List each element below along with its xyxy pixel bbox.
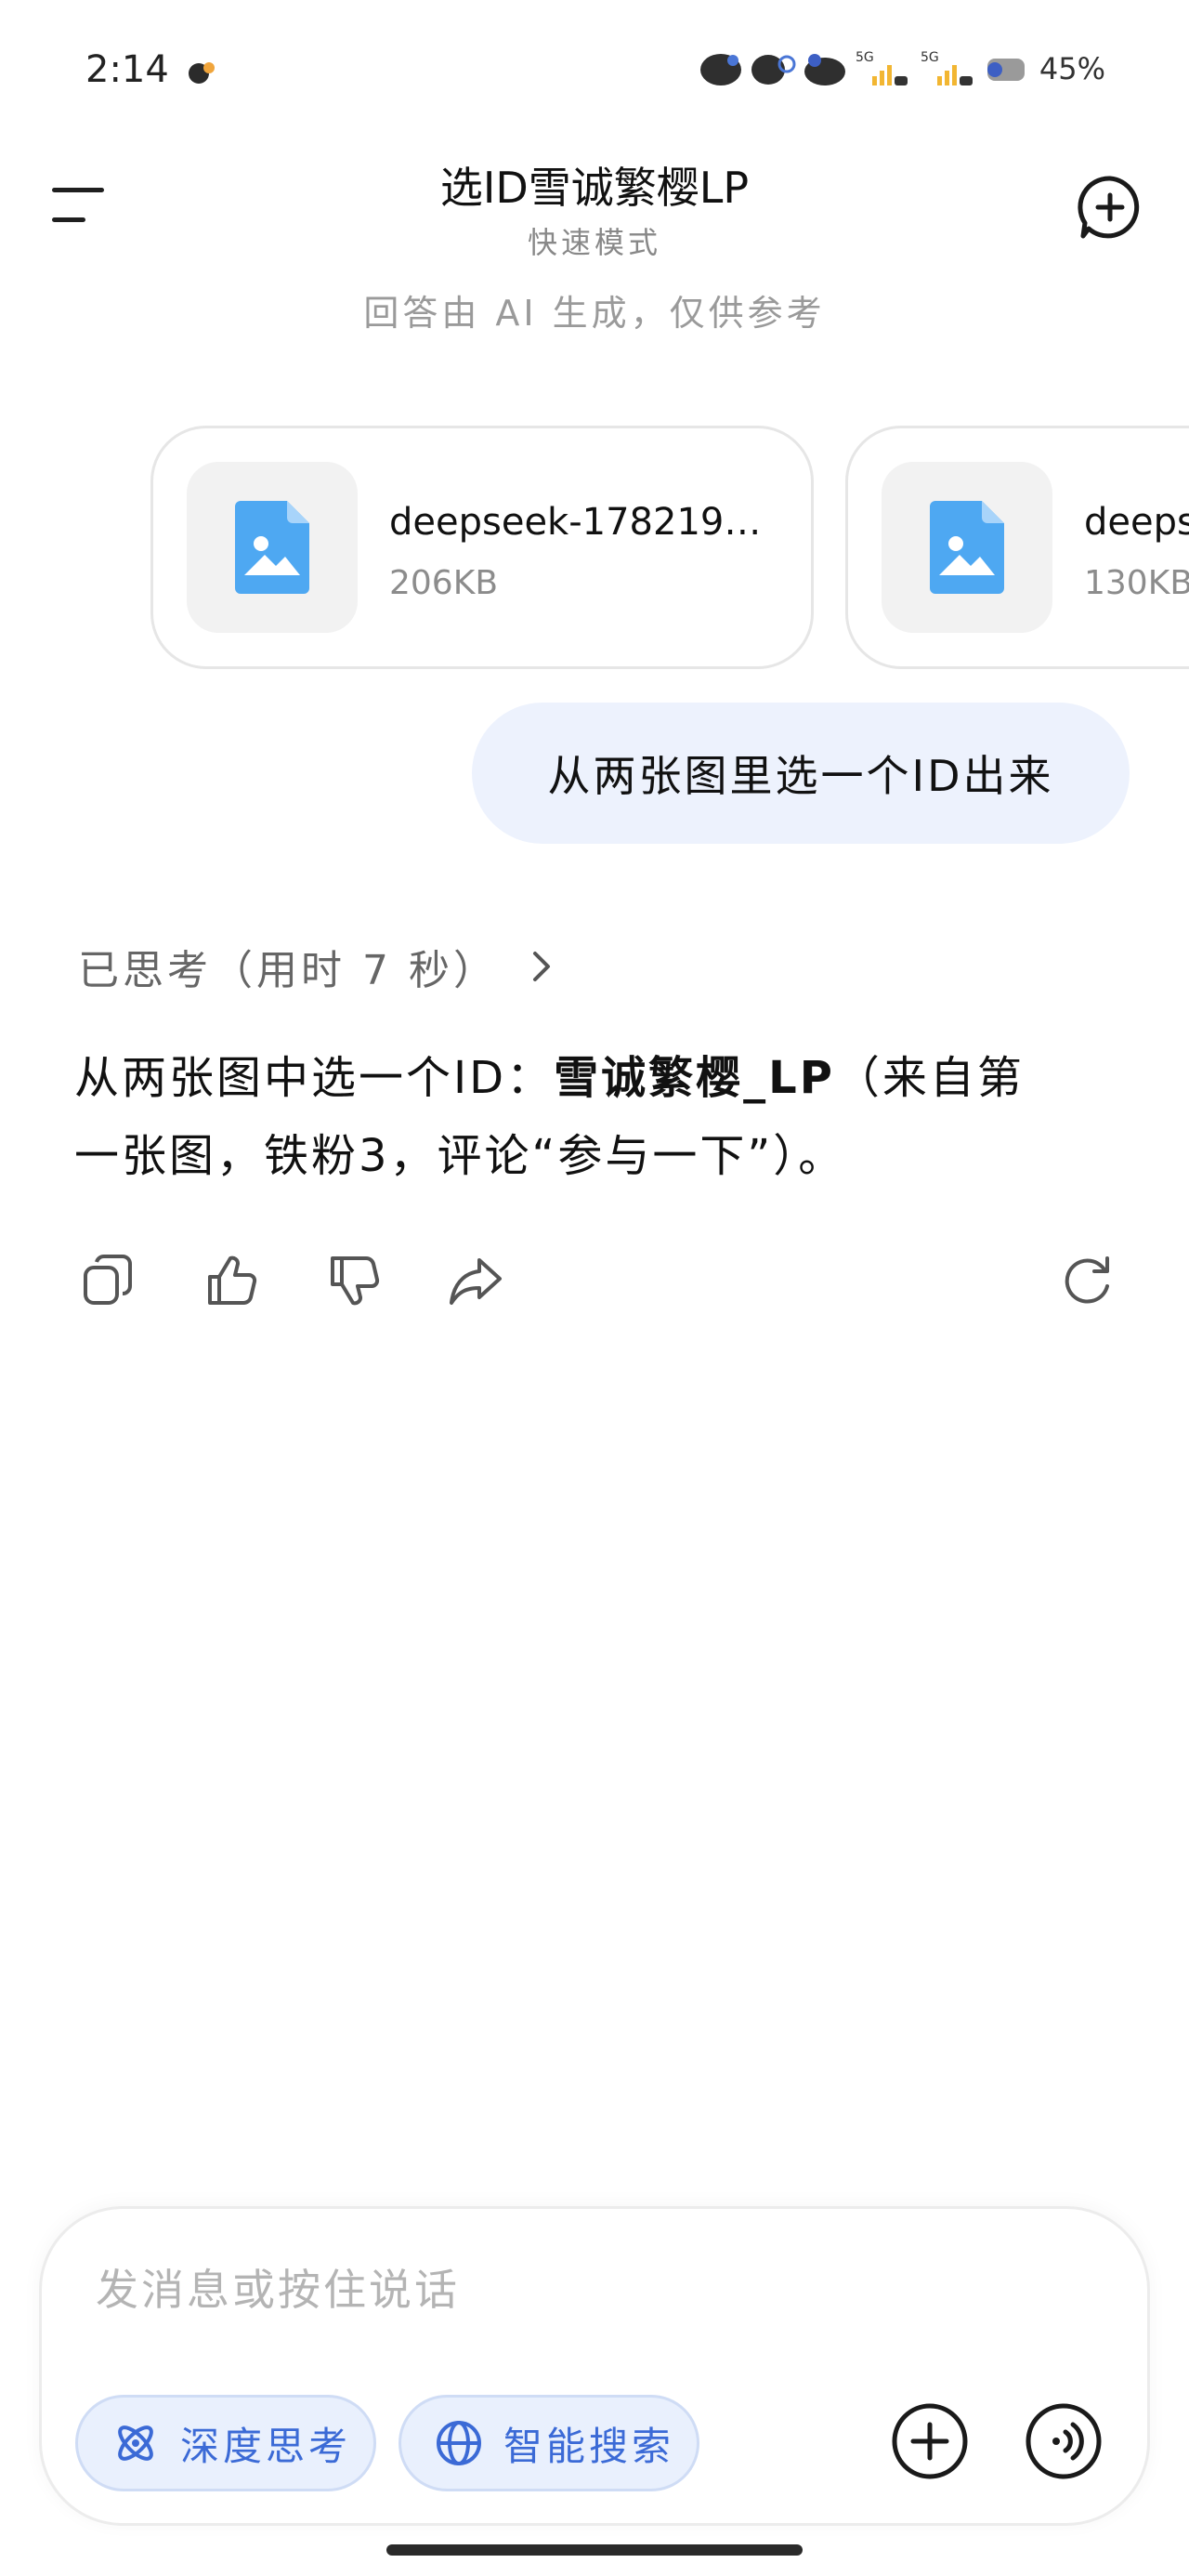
regenerate-icon[interactable] bbox=[1057, 1251, 1117, 1310]
battery-percent: 45% bbox=[1039, 51, 1105, 86]
status-time: 2:14 bbox=[85, 48, 169, 91]
answer-highlight-id: 雪诚繁樱_LP bbox=[554, 1052, 835, 1104]
voice-input-icon[interactable] bbox=[1025, 2402, 1103, 2480]
attachment-card[interactable]: deepseek-178219… 206KB bbox=[150, 426, 814, 669]
app-notification-icon bbox=[804, 54, 845, 85]
answer-line-2: 一张图，铁粉3，评论“参与一下”）。 bbox=[74, 1130, 846, 1182]
signal-5g-icon: 5G bbox=[921, 50, 973, 85]
new-chat-icon[interactable] bbox=[1076, 173, 1144, 242]
globe-icon bbox=[437, 2421, 481, 2465]
mode-subtitle: 快速模式 bbox=[527, 225, 661, 260]
attachment-size: 130KB bbox=[1084, 564, 1189, 602]
image-file-icon bbox=[235, 501, 309, 594]
image-file-icon bbox=[930, 501, 1004, 594]
svg-text:5G: 5G bbox=[856, 50, 874, 65]
message-input[interactable] bbox=[96, 2257, 1025, 2322]
answer-line-1: 从两张图中选一个ID：雪诚繁樱_LP（来自第 bbox=[74, 1052, 1025, 1104]
home-indicator[interactable] bbox=[386, 2544, 803, 2556]
attachment-name: deepseek- bbox=[1084, 501, 1189, 544]
atom-icon bbox=[118, 2425, 153, 2461]
thought-toggle[interactable]: 已思考（用时 7 秒） bbox=[78, 937, 555, 996]
status-bar: 2:14 5G 5G 45% bbox=[0, 0, 1189, 139]
thought-label: 已思考（用时 7 秒） bbox=[78, 947, 498, 994]
attachment-size: 206KB bbox=[389, 564, 499, 602]
ai-disclaimer: 回答由 AI 生成，仅供参考 bbox=[363, 293, 826, 334]
assistant-answer: 从两张图中选一个ID：雪诚繁樱_LP（来自第 一张图，铁粉3，评论“参与一下”）… bbox=[74, 1039, 1115, 1195]
share-icon[interactable] bbox=[446, 1251, 505, 1310]
user-message-text: 从两张图里选一个ID出来 bbox=[547, 751, 1054, 801]
deep-think-toggle[interactable]: 深度思考 bbox=[75, 2395, 376, 2491]
attachment-thumbnail bbox=[882, 462, 1052, 633]
battery-icon bbox=[986, 59, 1025, 81]
user-message-bubble[interactable]: 从两张图里选一个ID出来 bbox=[472, 703, 1130, 844]
deep-think-label: 深度思考 bbox=[180, 2423, 352, 2469]
answer-actions bbox=[0, 1251, 1189, 1316]
signal-5g-icon: 5G bbox=[856, 50, 908, 85]
thumbs-up-icon[interactable] bbox=[201, 1251, 260, 1310]
svg-text:5G: 5G bbox=[921, 50, 939, 65]
smart-search-label: 智能搜索 bbox=[503, 2423, 675, 2469]
app-notification-icon bbox=[699, 54, 741, 85]
attachment-list: deepseek-178219… 206KB deepseek- 130KB bbox=[0, 426, 1189, 669]
attachment-thumbnail bbox=[187, 462, 358, 633]
smart-search-toggle[interactable]: 智能搜索 bbox=[399, 2395, 699, 2491]
status-icons: 5G 5G 45% bbox=[698, 48, 1105, 89]
chevron-right-icon bbox=[532, 952, 550, 981]
thumbs-down-icon[interactable] bbox=[323, 1251, 383, 1310]
page-title: 选ID雪诚繁樱LP bbox=[439, 163, 750, 213]
add-attachment-icon[interactable] bbox=[891, 2402, 969, 2480]
notification-icon bbox=[189, 62, 215, 84]
message-composer: 深度思考 智能搜索 bbox=[39, 2206, 1150, 2526]
app-notification-icon bbox=[751, 55, 796, 85]
attachment-name: deepseek-178219… bbox=[389, 501, 762, 544]
attachment-card[interactable]: deepseek- 130KB bbox=[845, 426, 1189, 669]
copy-icon[interactable] bbox=[78, 1251, 137, 1310]
